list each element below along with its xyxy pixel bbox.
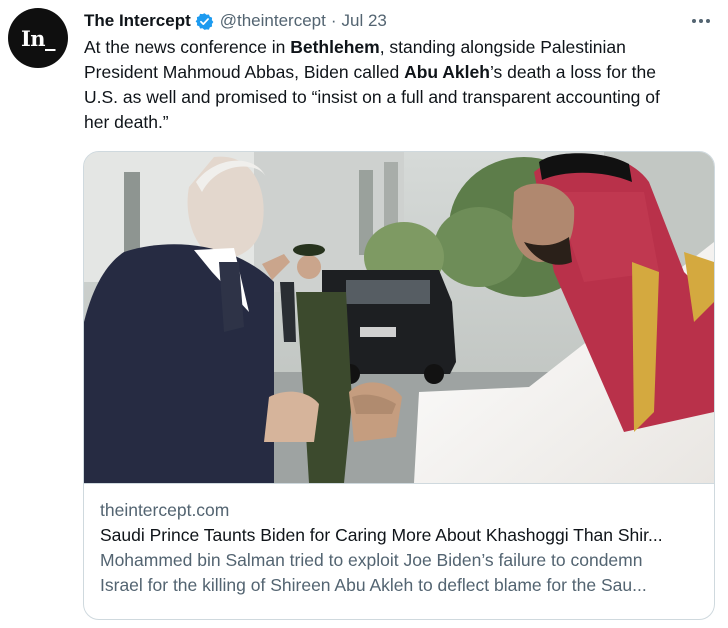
tweet-date[interactable]: Jul 23 [342,11,387,31]
tweet-text-segment: her death.” [84,112,169,132]
tweet-text: At the news conference in Bethlehem, sta… [84,35,716,135]
tweet-text-bold: Abu Akleh [404,62,490,82]
tweet-header: The Intercept @theintercept · Jul 23 [84,9,714,33]
card-title[interactable]: Saudi Prince Taunts Biden for Caring Mor… [100,523,698,548]
tweet-text-line: U.S. as well and promised to “insist on … [84,85,716,110]
more-options-icon[interactable] [688,9,714,33]
card-text: theintercept.com Saudi Prince Taunts Bid… [100,498,698,598]
card-description-line: Israel for the killing of Shireen Abu Ak… [100,575,647,595]
card-description-line: Mohammed bin Salman tried to exploit Joe… [100,550,643,570]
tweet-text-line: her death.” [84,110,716,135]
tweet-text-bold: Bethlehem [290,37,380,57]
avatar-logo-text: In_ [20,25,56,51]
card-divider [84,483,714,484]
author-avatar[interactable]: In_ [8,8,68,68]
tweet-text-segment: ’s death a loss for the [489,62,656,82]
article-photo [84,152,714,483]
tweet-text-segment: , standing alongside Palestinian [379,37,626,57]
link-card[interactable]: theintercept.com Saudi Prince Taunts Bid… [83,151,715,620]
tweet-text-line: At the news conference in Bethlehem, sta… [84,35,716,60]
card-domain[interactable]: theintercept.com [100,498,698,523]
author-handle[interactable]: @theintercept [220,11,326,31]
tweet-text-segment: U.S. as well and promised to “insist on … [84,87,660,107]
author-name[interactable]: The Intercept [84,11,191,31]
tweet-text-segment: President Mahmoud Abbas, Biden called [84,62,405,82]
tweet-text-line: President Mahmoud Abbas, Biden called Ab… [84,60,716,85]
header-separator: · [330,11,337,30]
tweet-text-segment: At the news conference in [84,37,291,57]
verified-badge-icon [195,12,214,31]
